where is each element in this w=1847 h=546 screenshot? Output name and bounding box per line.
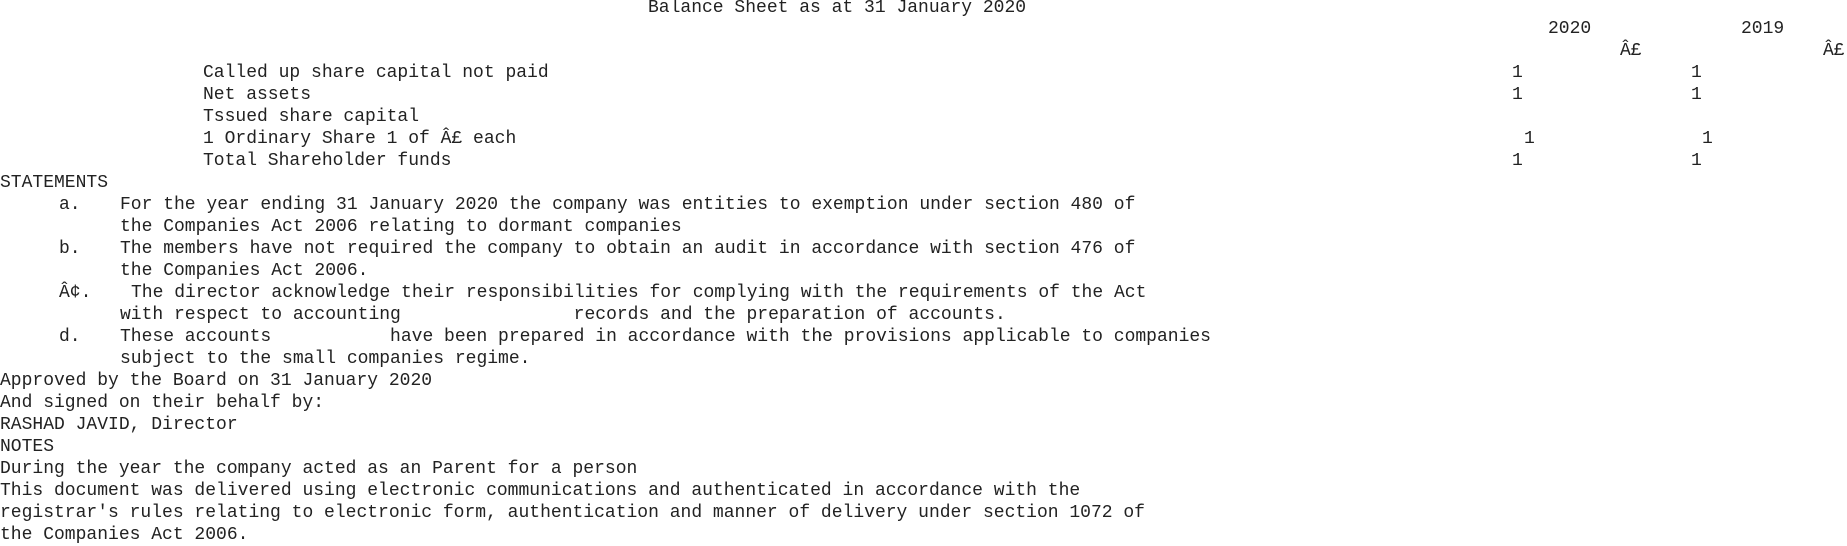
statements-heading: STATEMENTS — [0, 173, 109, 193]
notes-line: the Companies Act 2006. — [0, 525, 249, 545]
balance-row-prior: 1 — [1691, 85, 1702, 105]
statement-text: the Companies Act 2006 relating to dorma… — [120, 217, 682, 237]
column-year-current: 2020 — [1548, 19, 1592, 39]
page-title: Balance Sheet as at 31 January 2020 — [648, 0, 1027, 18]
statement-text: These accounts have been prepared in acc… — [120, 327, 1211, 347]
balance-row-label: Net assets — [203, 85, 312, 105]
column-currency-prior: Â£ — [1823, 41, 1845, 61]
notes-line: During the year the company acted as an … — [0, 459, 638, 479]
approval-line: Approved by the Board on 31 January 2020 — [0, 371, 433, 391]
statement-text: with respect to accounting records and t… — [120, 305, 1006, 325]
column-currency-current: Â£ — [1620, 41, 1642, 61]
balance-row-current: 1 — [1512, 85, 1523, 105]
column-year-prior: 2019 — [1741, 19, 1785, 39]
statement-text: subject to the small companies regime. — [120, 349, 531, 369]
balance-row-prior: 1 — [1691, 63, 1702, 83]
balance-row-current: 1 — [1524, 129, 1535, 149]
statement-text: the Companies Act 2006. — [120, 261, 369, 281]
balance-row-label: Total Shareholder funds — [203, 151, 452, 171]
balance-row-label: 1 Ordinary Share 1 of Â£ each — [203, 129, 517, 149]
approval-line: And signed on their behalf by: — [0, 393, 325, 413]
balance-row-prior: 1 — [1691, 151, 1702, 171]
balance-row-label: Tssued share capital — [203, 107, 420, 127]
statement-text: The director acknowledge their responsib… — [131, 283, 1147, 303]
statement-text: The members have not required the compan… — [120, 239, 1136, 259]
balance-row-label: Called up share capital not paid — [203, 63, 549, 83]
statement-marker: Â¢. — [59, 283, 92, 303]
balance-row-prior: 1 — [1702, 129, 1713, 149]
statement-marker: b. — [59, 239, 81, 259]
notes-line: This document was delivered using electr… — [0, 481, 1081, 501]
director-signature-line: RASHAD JAVID, Director — [0, 415, 238, 435]
statement-text: For the year ending 31 January 2020 the … — [120, 195, 1136, 215]
statement-marker: d. — [59, 327, 81, 347]
notes-line: registrar's rules relating to electronic… — [0, 503, 1145, 523]
balance-row-current: 1 — [1512, 63, 1523, 83]
statement-marker: a. — [59, 195, 81, 215]
notes-heading: NOTES — [0, 437, 55, 457]
balance-row-current: 1 — [1512, 151, 1523, 171]
